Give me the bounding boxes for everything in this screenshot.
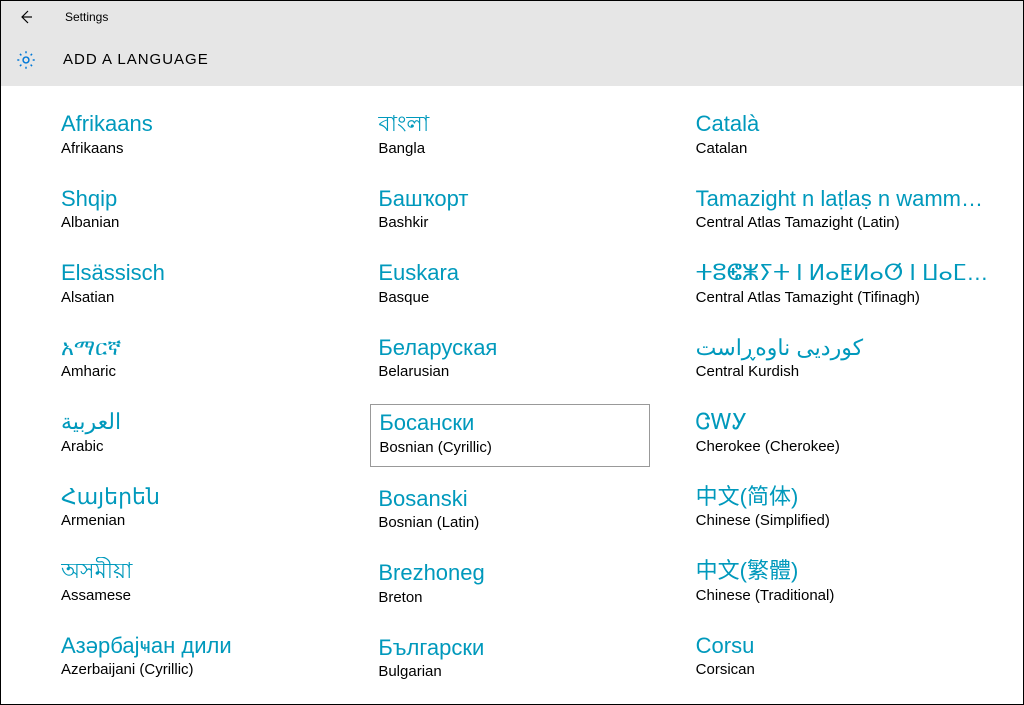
language-native-name: Afrikaans — [61, 110, 361, 138]
language-native-name: ᏣᎳᎩ — [696, 408, 996, 436]
language-english-name: Breton — [378, 587, 687, 608]
page-title: ADD A LANGUAGE — [63, 51, 209, 68]
language-native-name: Հայերեն — [61, 483, 361, 511]
content: AfrikaansAfrikaans ShqipAlbanian Elsässisc… — [1, 86, 1023, 704]
language-item[interactable]: БашҡортBashkir — [378, 181, 695, 242]
language-native-name: Corsu — [696, 632, 996, 660]
header: Settings ADD A LANGUAGE — [1, 1, 1023, 86]
language-item[interactable]: کوردیی ناوەڕاستCentral Kurdish — [696, 330, 1013, 391]
language-english-name: Amharic — [61, 361, 370, 382]
language-english-name: Chinese (Simplified) — [696, 510, 1005, 531]
language-item[interactable]: BosanskiBosnian (Latin) — [378, 481, 695, 542]
language-english-name: Alsatian — [61, 287, 370, 308]
titlebar: Settings — [1, 1, 1023, 33]
language-item[interactable]: ShqipAlbanian — [61, 181, 378, 242]
language-english-name: Albanian — [61, 212, 370, 233]
language-item[interactable]: বাংলাBangla — [378, 106, 695, 167]
language-native-name: 中文(繁體) — [696, 557, 996, 585]
language-english-name: Belarusian — [378, 361, 687, 382]
language-item[interactable]: العربيةArabic — [61, 404, 378, 465]
language-item[interactable]: Azərbaycan diliAzerbaijani (Latin) — [61, 702, 378, 704]
language-item[interactable]: Азәрбајҹан дилиAzerbaijani (Cyrillic) — [61, 628, 378, 689]
language-item[interactable]: BrezhonegBreton — [378, 555, 695, 616]
language-native-name: Català — [696, 110, 996, 138]
language-item[interactable]: CorsuCorsican — [696, 628, 1013, 689]
language-item[interactable]: БеларускаяBelarusian — [378, 330, 695, 391]
language-english-name: Bashkir — [378, 212, 687, 233]
language-item[interactable]: 中文(繁體)Chinese (Traditional) — [696, 553, 1013, 614]
language-english-name: Central Atlas Tamazight (Tifinagh) — [696, 287, 1005, 308]
language-native-name: Башҡорт — [378, 185, 678, 213]
language-item[interactable]: অসমীয়াAssamese — [61, 553, 378, 614]
language-native-name: বাংলা — [378, 110, 678, 138]
language-item[interactable]: አማርኛAmharic — [61, 330, 378, 391]
language-item[interactable]: БосанскиBosnian (Cyrillic) — [370, 404, 650, 467]
language-english-name: Afrikaans — [61, 138, 370, 159]
language-english-name: Assamese — [61, 585, 370, 606]
language-english-name: Catalan — [696, 138, 1005, 159]
gear-icon — [15, 49, 37, 71]
language-item[interactable]: ᏣᎳᎩCherokee (Cherokee) — [696, 404, 1013, 465]
language-item[interactable]: ElsässischAlsatian — [61, 255, 378, 316]
language-native-name: Euskara — [378, 259, 678, 287]
language-native-name: Brezhoneg — [378, 559, 678, 587]
language-native-name: Босански — [379, 409, 641, 437]
language-english-name: Bosnian (Cyrillic) — [379, 437, 641, 458]
language-native-name: کوردیی ناوەڕاست — [696, 334, 996, 362]
language-english-name: Armenian — [61, 510, 370, 531]
language-native-name: Tamazight n laṭlaṣ n wamm… — [696, 185, 996, 213]
language-native-name: অসমীয়া — [61, 557, 361, 585]
language-native-name: አማርኛ — [61, 334, 361, 362]
language-column-2: বাংলাBangla БашҡортBashkir EuskaraBasque Бе… — [378, 106, 695, 704]
language-english-name: Bosnian (Latin) — [378, 512, 687, 533]
language-native-name: العربية — [61, 408, 361, 436]
language-english-name: Bangla — [378, 138, 687, 159]
language-native-name: 中文(简体) — [696, 483, 996, 511]
back-button[interactable] — [9, 1, 41, 33]
language-column-3: CatalàCatalanTamazight n laṭlaṣ n wamm…C… — [696, 106, 1013, 704]
language-english-name: Bulgarian — [378, 661, 687, 682]
language-column-1: AfrikaansAfrikaans ShqipAlbanian Elsässisc… — [61, 106, 378, 704]
language-english-name: Central Atlas Tamazight (Latin) — [696, 212, 1005, 233]
language-item[interactable]: ⵜⵓⵞⵥⵢⵜ ⵏ ⵍⴰⵟⵍⴰⵚ ⵏ ⵡⴰⵎⵎⴰⵙCentral Atlas Ta… — [696, 255, 1013, 316]
language-native-name: ⵜⵓⵞⵥⵢⵜ ⵏ ⵍⴰⵟⵍⴰⵚ ⵏ ⵡⴰⵎⵎⴰⵙ — [696, 259, 996, 287]
language-english-name: Cherokee (Cherokee) — [696, 436, 1005, 457]
language-native-name: Bosanski — [378, 485, 678, 513]
language-native-name: Азәрбајҹан дили — [61, 632, 361, 660]
arrow-left-icon — [17, 9, 33, 25]
page-heading-row: ADD A LANGUAGE — [1, 33, 1023, 86]
language-native-name: Elsässisch — [61, 259, 361, 287]
language-native-name: Беларуская — [378, 334, 678, 362]
language-english-name: Azerbaijani (Cyrillic) — [61, 659, 370, 680]
language-english-name: Chinese (Traditional) — [696, 585, 1005, 606]
language-native-name: Български — [378, 634, 678, 662]
language-item[interactable]: HrvatskiCroatian — [696, 702, 1013, 704]
language-item[interactable]: EuskaraBasque — [378, 255, 695, 316]
window-title: Settings — [65, 10, 108, 24]
language-item[interactable]: 中文(简体)Chinese (Simplified) — [696, 479, 1013, 540]
language-item[interactable]: БългарскиBulgarian — [378, 630, 695, 691]
language-native-name: Shqip — [61, 185, 361, 213]
language-english-name: Arabic — [61, 436, 370, 457]
language-columns: AfrikaansAfrikaans ShqipAlbanian Elsässisc… — [61, 106, 1013, 704]
language-item[interactable]: AfrikaansAfrikaans — [61, 106, 378, 167]
language-english-name: Corsican — [696, 659, 1005, 680]
language-english-name: Basque — [378, 287, 687, 308]
language-item[interactable]: ՀայերենArmenian — [61, 479, 378, 540]
language-english-name: Central Kurdish — [696, 361, 1005, 382]
language-item[interactable]: Tamazight n laṭlaṣ n wamm…Central Atlas … — [696, 181, 1013, 242]
language-item[interactable]: CatalàCatalan — [696, 106, 1013, 167]
